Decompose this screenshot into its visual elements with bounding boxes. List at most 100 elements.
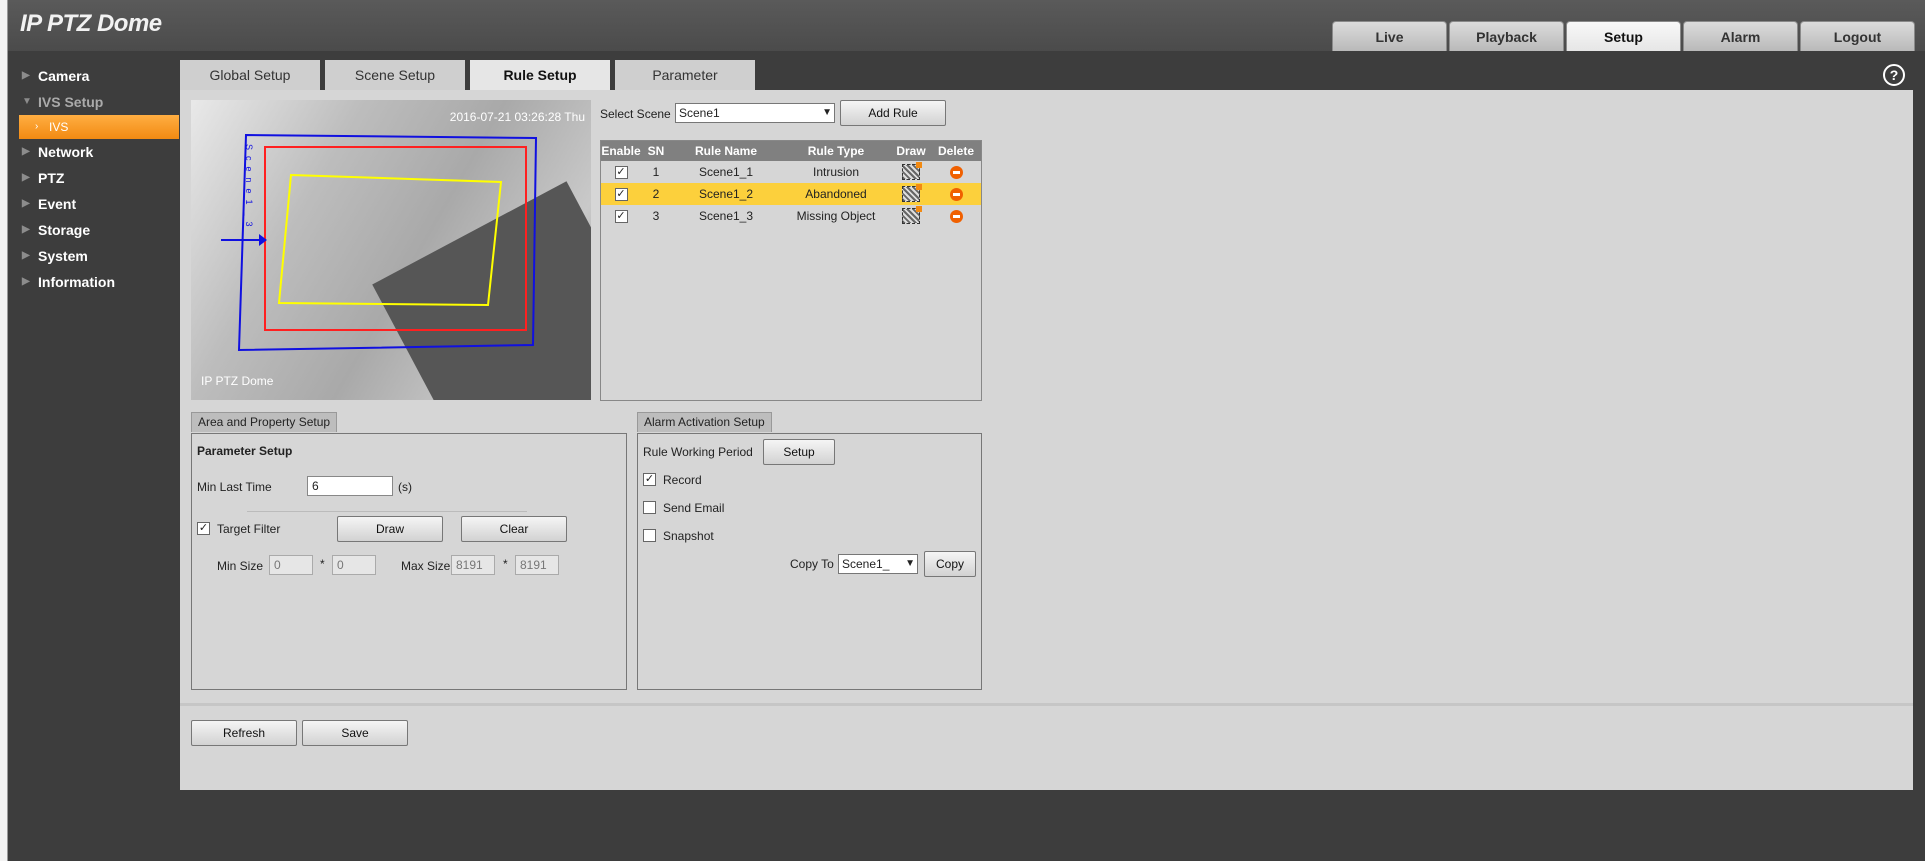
tab-rule-setup[interactable]: Rule Setup xyxy=(470,60,610,90)
row-sn: 1 xyxy=(652,165,660,179)
row-rule-type: Abandoned xyxy=(781,183,891,205)
divider xyxy=(247,511,527,512)
times-symbol: * xyxy=(503,557,508,571)
triangle-right-icon: ▶ xyxy=(22,250,30,261)
add-rule-button[interactable]: Add Rule xyxy=(840,100,946,126)
draw-icon[interactable] xyxy=(902,162,922,180)
table-row[interactable]: ✓ 3 Scene1_3 Missing Object xyxy=(601,205,981,227)
sidebar-item-label: Information xyxy=(38,274,115,290)
draw-button[interactable]: Draw xyxy=(337,516,443,542)
max-height-input[interactable]: 8191 xyxy=(515,555,559,575)
sidebar-item-storage[interactable]: ▶ Storage xyxy=(8,217,180,243)
video-timestamp: 2016-07-21 03:26:28 Thu xyxy=(449,110,585,124)
enable-checkbox[interactable]: ✓ xyxy=(614,210,628,224)
sidebar-item-system[interactable]: ▶ System xyxy=(8,243,180,269)
sidebar-item-label: IVS Setup xyxy=(38,94,104,110)
min-last-time-input[interactable]: 6 xyxy=(307,476,393,496)
topnav-logout[interactable]: Logout xyxy=(1800,21,1915,51)
chevron-right-icon: › xyxy=(35,121,39,132)
rule-working-period-label: Rule Working Period xyxy=(643,445,753,459)
min-height-input[interactable]: 0 xyxy=(332,555,376,575)
clear-button[interactable]: Clear xyxy=(461,516,567,542)
sidebar-item-label: System xyxy=(38,248,88,264)
detection-region-polygon xyxy=(277,173,503,307)
video-watermark: IP PTZ Dome xyxy=(201,374,274,388)
send-email-checkbox[interactable] xyxy=(643,501,656,514)
row-sn: 2 xyxy=(641,183,671,205)
sidebar-subitem-ivs[interactable]: › IVS xyxy=(19,115,179,139)
sidebar-item-information[interactable]: ▶ Information xyxy=(8,269,180,295)
rules-table-panel: Enable SN Rule Name Rule Type Draw Delet… xyxy=(600,140,982,401)
target-filter-checkbox[interactable]: ✓ xyxy=(197,522,210,535)
col-rule-name: Rule Name xyxy=(671,141,781,161)
copy-button[interactable]: Copy xyxy=(924,551,976,577)
row-sn: 3 xyxy=(652,209,660,223)
left-edge-strip xyxy=(0,0,8,861)
alarm-activation-panel: Rule Working Period Setup ✓ Record Send … xyxy=(637,433,982,690)
times-symbol: * xyxy=(320,557,325,571)
triangle-right-icon: ▶ xyxy=(22,70,30,81)
enable-checkbox[interactable]: ✓ xyxy=(614,188,628,202)
topnav-setup[interactable]: Setup xyxy=(1566,21,1681,51)
topnav-playback[interactable]: Playback xyxy=(1449,21,1564,51)
table-header-row: Enable SN Rule Name Rule Type Draw Delet… xyxy=(601,141,981,161)
copy-to-dropdown[interactable]: Scene1_ ▼ xyxy=(838,554,918,574)
max-width-input[interactable]: 8191 xyxy=(451,555,495,575)
triangle-right-icon: ▶ xyxy=(22,172,30,183)
refresh-button[interactable]: Refresh xyxy=(191,720,297,746)
delete-icon[interactable] xyxy=(949,210,963,224)
table-row[interactable]: ✓ 2 Scene1_2 Abandoned xyxy=(601,183,981,205)
record-checkbox[interactable]: ✓ xyxy=(643,473,656,486)
send-email-label: Send Email xyxy=(663,501,725,515)
min-last-time-unit: (s) xyxy=(398,480,412,494)
row-rule-type: Missing Object xyxy=(796,209,876,223)
sidebar-item-network[interactable]: ▶ Network xyxy=(8,139,180,165)
min-last-time-label: Min Last Time xyxy=(197,480,272,494)
sidebar: ▶ Camera ▼ IVS Setup › IVS ▶ Network ▶ PTZ ▶ E… xyxy=(8,51,180,861)
tab-scene-setup[interactable]: Scene Setup xyxy=(325,60,465,90)
divider xyxy=(180,703,1913,706)
rule-overlay: Scene1_3 xyxy=(221,133,538,352)
sidebar-item-ptz[interactable]: ▶ PTZ xyxy=(8,165,180,191)
sidebar-item-ivs-setup[interactable]: ▼ IVS Setup xyxy=(8,89,180,115)
min-width-input[interactable]: 0 xyxy=(269,555,313,575)
draw-icon[interactable] xyxy=(902,206,922,224)
sidebar-item-label: Event xyxy=(38,196,77,212)
snapshot-label: Snapshot xyxy=(663,529,714,543)
tab-global-setup[interactable]: Global Setup xyxy=(180,60,320,90)
scene-select-dropdown[interactable]: Scene1 ▼ xyxy=(675,103,835,123)
save-button[interactable]: Save xyxy=(302,720,408,746)
scene-select-value: Scene1 xyxy=(679,106,720,120)
triangle-right-icon: ▶ xyxy=(22,276,30,287)
triangle-down-icon: ▼ xyxy=(22,96,32,107)
snapshot-checkbox[interactable] xyxy=(643,529,656,542)
sidebar-item-event[interactable]: ▶ Event xyxy=(8,191,180,217)
video-preview[interactable]: Scene1_3 2016-07-21 03:26:28 Thu IP PTZ … xyxy=(191,100,591,400)
sidebar-item-label: Camera xyxy=(38,68,90,84)
chevron-down-icon: ▼ xyxy=(822,107,832,118)
table-row[interactable]: ✓ 1 Scene1_1 Intrusion xyxy=(601,161,981,183)
tab-parameter[interactable]: Parameter xyxy=(615,60,755,90)
sidebar-item-label: Network xyxy=(38,144,94,160)
tab-area-property-setup[interactable]: Area and Property Setup xyxy=(191,412,338,432)
delete-icon[interactable] xyxy=(949,188,963,202)
topnav-alarm[interactable]: Alarm xyxy=(1683,21,1798,51)
app-window: IP PTZ Dome Live Playback Setup Alarm Lo… xyxy=(0,0,1925,861)
triangle-right-icon: ▶ xyxy=(22,198,30,209)
max-size-label: Max Size xyxy=(401,559,451,573)
area-property-panel: Parameter Setup Min Last Time 6 (s) ✓ Ta… xyxy=(191,433,627,690)
topnav-live[interactable]: Live xyxy=(1332,21,1447,51)
delete-icon[interactable] xyxy=(949,166,963,180)
working-period-setup-button[interactable]: Setup xyxy=(763,439,835,465)
tab-alarm-activation-setup[interactable]: Alarm Activation Setup xyxy=(637,412,772,432)
scene-label-vertical: Scene1_3 xyxy=(244,144,254,233)
sidebar-item-camera[interactable]: ▶ Camera xyxy=(8,63,180,89)
row-rule-name: Scene1_1 xyxy=(698,165,754,179)
app-logo-title: IP PTZ Dome xyxy=(20,10,162,37)
triangle-right-icon: ▶ xyxy=(22,224,30,235)
col-delete: Delete xyxy=(931,141,981,161)
draw-icon[interactable] xyxy=(902,184,922,202)
enable-checkbox[interactable]: ✓ xyxy=(614,166,628,180)
help-icon[interactable]: ? xyxy=(1883,64,1905,86)
copy-to-label: Copy To xyxy=(790,557,834,571)
